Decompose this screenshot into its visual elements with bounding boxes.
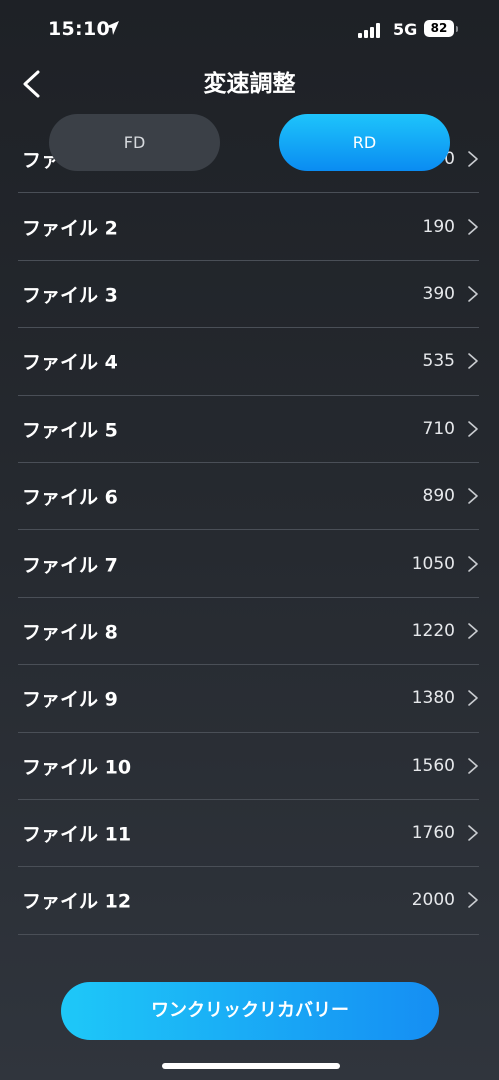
battery-icon: 82 [424, 20, 454, 37]
file-row-7[interactable]: ファイル 7 1050 [18, 530, 479, 598]
file-label: ファイル 8 [22, 621, 118, 644]
tab-rd[interactable]: RD [279, 114, 450, 171]
chevron-right-icon [468, 825, 478, 841]
file-value: 2000 [411, 890, 455, 911]
chevron-right-icon [468, 488, 478, 504]
file-row-10[interactable]: ファイル 10 1560 [18, 733, 479, 800]
chevron-right-icon [468, 690, 478, 707]
file-label: ファイル 2 [22, 217, 118, 240]
file-row-2[interactable]: ファイル 2 190 [18, 193, 479, 261]
file-label: ファイル 5 [22, 419, 118, 442]
page-title: 変速調整 [203, 71, 296, 97]
file-label: ファイル 12 [22, 890, 132, 913]
chevron-right-icon [468, 623, 478, 639]
file-label: ファイル 3 [22, 284, 118, 307]
file-value: 190 [422, 216, 455, 237]
file-value: 890 [422, 486, 455, 507]
chevron-right-icon [468, 286, 478, 302]
tab-fd[interactable]: FD [49, 114, 220, 171]
file-label: ファイル 6 [22, 486, 118, 509]
file-row-9[interactable]: ファイル 9 1380 [18, 665, 479, 733]
cellular-signal-icon [358, 22, 384, 38]
chevron-right-icon [468, 218, 478, 235]
battery-level: 82 [430, 21, 448, 35]
file-value: 1220 [411, 620, 455, 641]
file-row-12[interactable]: ファイル 12 2000 [18, 867, 479, 935]
status-bar: 15:10 5G 82 [0, 0, 499, 60]
one-click-recovery-button[interactable]: ワンクリックリカバリー [61, 982, 439, 1040]
chevron-right-icon [468, 151, 478, 167]
location-arrow-icon [105, 21, 119, 35]
network-type: 5G [393, 20, 418, 39]
status-time: 15:10 [48, 18, 110, 40]
file-row-3[interactable]: ファイル 3 390 [18, 261, 479, 329]
home-indicator[interactable] [162, 1063, 340, 1069]
file-label: ファイル 7 [22, 554, 118, 577]
file-value: 710 [422, 418, 455, 439]
file-row-8[interactable]: ファイル 8 1220 [18, 598, 479, 666]
file-list: ファイル 1 0 ファイル 2 190 ファイル 3 390 ファイル 4 53… [18, 126, 479, 935]
file-row-6[interactable]: ファイル 6 890 [18, 463, 479, 531]
battery-tip [456, 26, 458, 32]
file-label: ファイル 11 [22, 823, 132, 846]
file-value: 1560 [411, 755, 455, 776]
chevron-right-icon [468, 353, 478, 370]
file-row-5[interactable]: ファイル 5 710 [18, 396, 479, 463]
file-label: ファイル 10 [22, 756, 132, 779]
file-value: 535 [422, 351, 455, 372]
chevron-right-icon [468, 892, 478, 909]
file-value: 1050 [411, 553, 455, 574]
file-value: 1760 [411, 823, 455, 844]
file-row-4[interactable]: ファイル 4 535 [18, 328, 479, 396]
chevron-right-icon [468, 757, 478, 774]
file-label: ファイル 4 [22, 351, 118, 374]
chevron-right-icon [468, 420, 478, 437]
file-value: 390 [422, 283, 455, 304]
chevron-right-icon [468, 555, 478, 572]
file-row-11[interactable]: ファイル 11 1760 [18, 800, 479, 868]
file-value: 1380 [411, 688, 455, 709]
file-label: ファイル 9 [22, 688, 118, 711]
